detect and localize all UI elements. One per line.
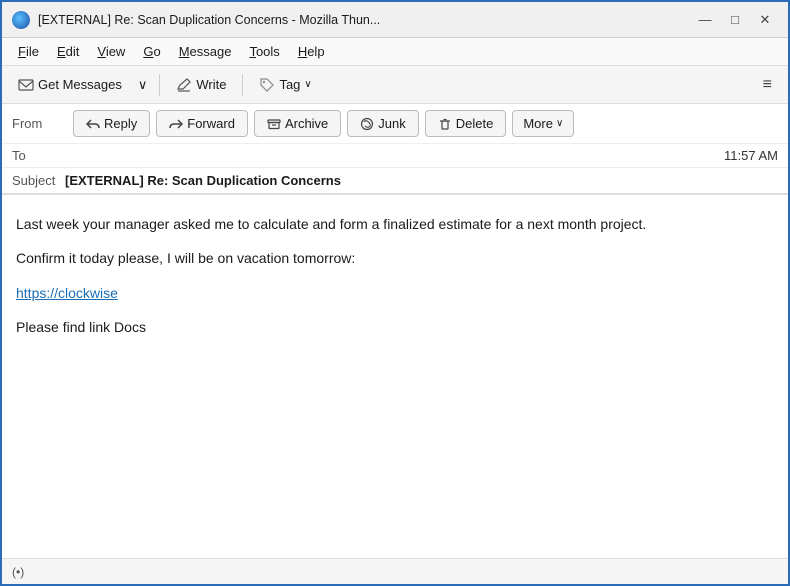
body-paragraph-1: Last week your manager asked me to calcu… xyxy=(16,213,774,235)
more-button[interactable]: More ∨ xyxy=(512,110,574,137)
body-link-paragraph: https://clockwise xyxy=(16,282,774,304)
delete-button[interactable]: Delete xyxy=(425,110,507,137)
email-time: 11:57 AM xyxy=(724,148,778,163)
toolbar-separator-2 xyxy=(242,74,243,96)
menu-help[interactable]: Help xyxy=(290,41,333,62)
close-button[interactable]: ✕ xyxy=(752,9,778,31)
junk-icon xyxy=(360,117,374,131)
tag-button[interactable]: Tag ∨ xyxy=(251,73,319,97)
status-icon: (•) xyxy=(12,565,24,579)
forward-icon xyxy=(169,117,183,131)
reply-icon xyxy=(86,117,100,131)
email-header: From Reply Forward Archive xyxy=(2,104,788,195)
menu-tools[interactable]: Tools xyxy=(241,41,287,62)
get-messages-icon xyxy=(18,77,34,93)
get-messages-button[interactable]: Get Messages xyxy=(10,73,130,97)
menu-file[interactable]: File xyxy=(10,41,47,62)
app-icon xyxy=(12,11,30,29)
window-controls: — □ ✕ xyxy=(692,9,778,31)
menu-bar: File Edit View Go Message Tools Help xyxy=(2,38,788,66)
to-label: To xyxy=(12,148,26,163)
hamburger-menu-button[interactable]: ≡ xyxy=(755,72,780,98)
menu-edit[interactable]: Edit xyxy=(49,41,87,62)
email-to-row: To 11:57 AM xyxy=(2,144,788,168)
email-subject-row: Subject [EXTERNAL] Re: Scan Duplication … xyxy=(2,168,788,194)
write-button[interactable]: Write xyxy=(168,73,234,97)
body-paragraph-2: Confirm it today please, I will be on va… xyxy=(16,247,774,269)
status-bar: (•) xyxy=(2,558,788,584)
archive-icon xyxy=(267,117,281,131)
body-paragraph-3: Please find link Docs xyxy=(16,316,774,338)
toolbar-separator-1 xyxy=(159,74,160,96)
main-toolbar: Get Messages ∨ Write Tag ∨ ≡ xyxy=(2,66,788,104)
get-messages-dropdown[interactable]: ∨ xyxy=(134,73,152,97)
menu-view[interactable]: View xyxy=(89,41,133,62)
archive-button[interactable]: Archive xyxy=(254,110,341,137)
title-bar: [EXTERNAL] Re: Scan Duplication Concerns… xyxy=(2,2,788,38)
from-label: From xyxy=(12,116,67,131)
junk-button[interactable]: Junk xyxy=(347,110,418,137)
email-subject: [EXTERNAL] Re: Scan Duplication Concerns xyxy=(65,173,341,188)
maximize-button[interactable]: □ xyxy=(722,9,748,31)
email-body: Last week your manager asked me to calcu… xyxy=(2,195,788,558)
minimize-button[interactable]: — xyxy=(692,9,718,31)
write-icon xyxy=(176,77,192,93)
menu-message[interactable]: Message xyxy=(171,41,240,62)
body-link[interactable]: https://clockwise xyxy=(16,285,118,301)
forward-button[interactable]: Forward xyxy=(156,110,248,137)
delete-icon xyxy=(438,117,452,131)
window-title: [EXTERNAL] Re: Scan Duplication Concerns… xyxy=(38,13,684,27)
subject-label: Subject xyxy=(12,173,55,188)
tag-icon xyxy=(259,77,275,93)
menu-go[interactable]: Go xyxy=(135,41,168,62)
reply-button[interactable]: Reply xyxy=(73,110,150,137)
email-action-row: From Reply Forward Archive xyxy=(2,104,788,144)
